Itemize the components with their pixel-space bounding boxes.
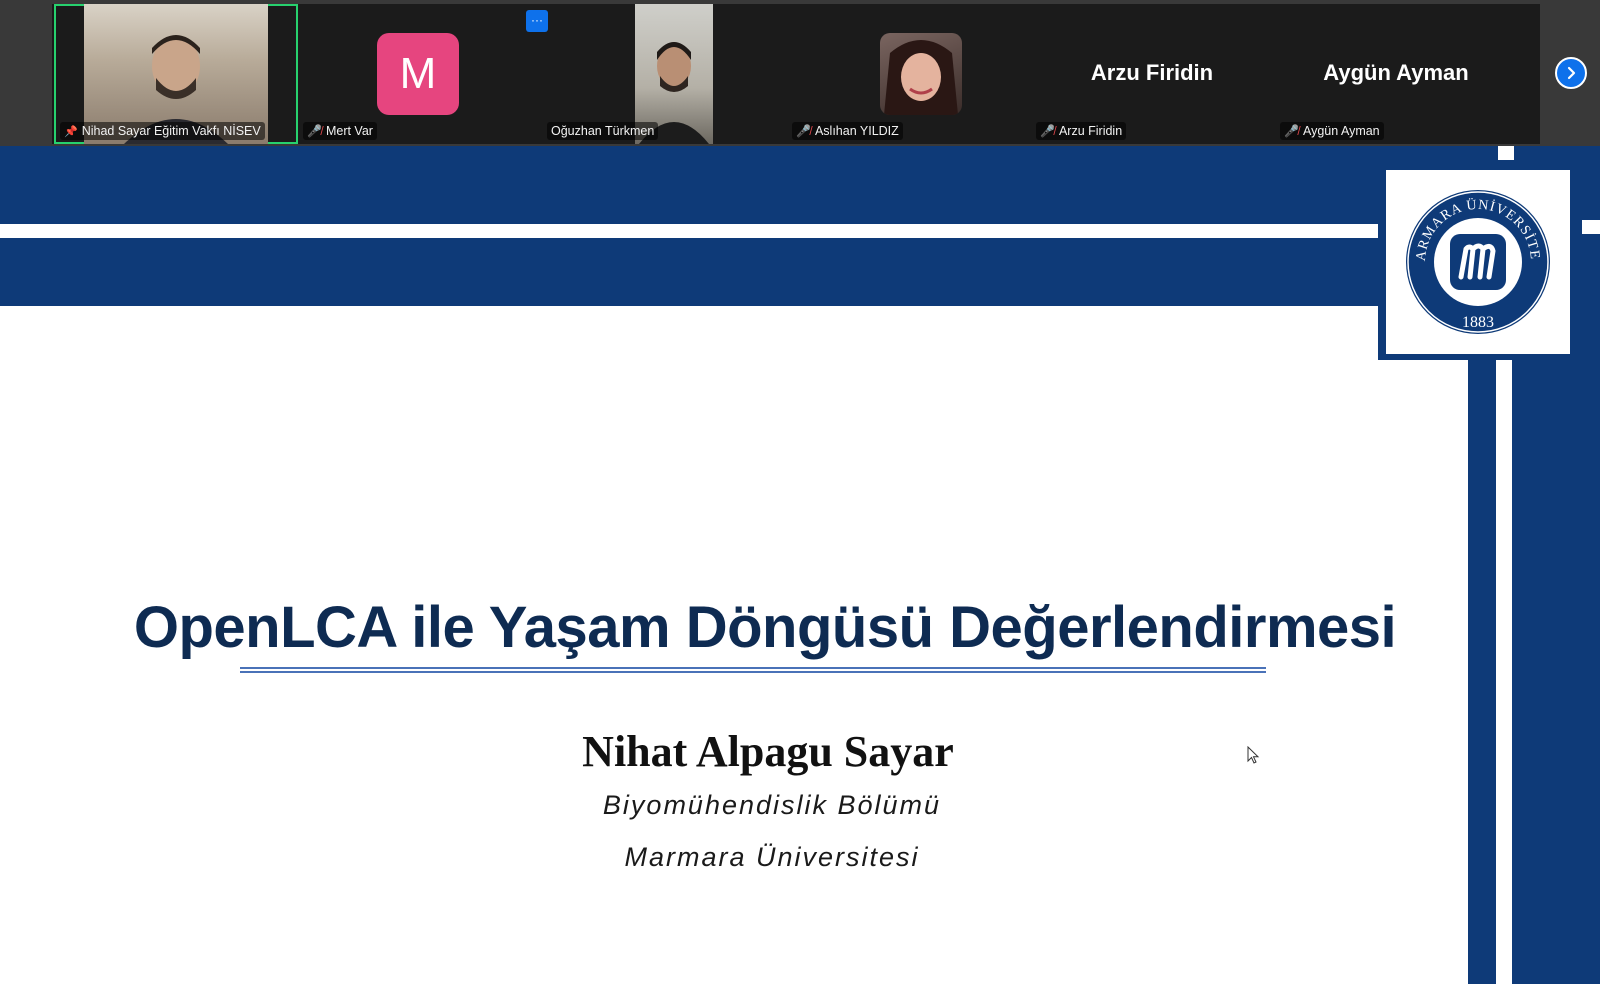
participant-name-tag: 📌 Nihad Sayar Eğitim Vakfı NİSEV: [60, 122, 265, 140]
chevron-right-icon: [1567, 66, 1576, 80]
participant-tile-mert[interactable]: M 🎤̸ Mert Var: [297, 4, 541, 144]
mic-muted-icon: 🎤̸: [1284, 124, 1299, 138]
university-logo: MARMARA ÜNİVERSİTESİ 1883: [1386, 170, 1570, 354]
participant-tile-oguzhan[interactable]: Oğuzhan Türkmen: [541, 4, 785, 144]
mouse-cursor-icon: [1247, 746, 1260, 764]
marmara-seal-icon: MARMARA ÜNİVERSİTESİ 1883: [1403, 187, 1550, 334]
slide-department: Biyomühendislik Bölümü: [602, 790, 942, 820]
participant-name-tag: 🎤̸ Aslıhan YILDIZ: [792, 122, 903, 140]
slide-university: Marmara Üniversitesi: [624, 842, 920, 872]
slide-title: OpenLCA ile Yaşam Döngüsü Değerlendirmes…: [133, 595, 1397, 660]
participant-name: Oğuzhan Türkmen: [551, 124, 655, 138]
next-page-button[interactable]: [1555, 57, 1587, 89]
decor-square: [1498, 146, 1514, 160]
participant-strip: 📌 Nihad Sayar Eğitim Vakfı NİSEV M 🎤̸ Me…: [0, 0, 1600, 146]
participant-name: Arzu Firidin: [1058, 124, 1123, 138]
participant-name-tag: 🎤̸ Arzu Firidin: [1036, 122, 1127, 140]
svg-text:1883: 1883: [1462, 314, 1494, 331]
header-band-bottom: [0, 238, 1380, 306]
participant-tile-aslihan[interactable]: 🎤̸ Aslıhan YILDIZ: [786, 4, 1030, 144]
participant-name: Nihad Sayar Eğitim Vakfı NİSEV: [81, 124, 261, 138]
participant-name: Aygün Ayman: [1302, 124, 1380, 138]
participant-tile-arzu[interactable]: Arzu Firidin 🎤̸ Arzu Firidin: [1030, 4, 1274, 144]
participant-display-name: Arzu Firidin: [1090, 60, 1214, 85]
participant-name-tag: 🎤̸ Aygün Ayman: [1280, 122, 1384, 140]
mic-muted-icon: 🎤̸: [796, 124, 811, 138]
participant-display-name: Aygün Ayman: [1323, 60, 1469, 85]
slide-author: Nihat Alpagu Sayar: [582, 727, 954, 776]
header-band-top: [0, 146, 1380, 224]
participant-name-tag: Oğuzhan Türkmen: [547, 122, 659, 140]
participant-tile-aygun[interactable]: Aygün Ayman 🎤̸ Aygün Ayman: [1274, 4, 1518, 144]
decor-square: [1582, 220, 1600, 234]
shared-slide: MARMARA ÜNİVERSİTESİ 1883 OpenLCA ile Ya…: [0, 146, 1600, 984]
side-bar-right: [1512, 360, 1600, 984]
mic-muted-icon: 🎤̸: [307, 124, 322, 138]
person-photo-icon: [884, 40, 958, 115]
participant-photo: [880, 33, 962, 115]
participant-name: Mert Var: [325, 124, 373, 138]
mic-muted-icon: 🎤̸: [1040, 124, 1055, 138]
side-bar-gap: [1496, 360, 1512, 984]
participant-name: Aslıhan YILDIZ: [814, 124, 899, 138]
pin-icon: 📌: [64, 125, 78, 138]
side-bar-left: [1468, 360, 1496, 984]
avatar: M: [377, 33, 459, 115]
participant-name-tag: 🎤̸ Mert Var: [303, 122, 377, 140]
title-underline: [240, 667, 1266, 669]
participant-tile-nihad[interactable]: 📌 Nihad Sayar Eğitim Vakfı NİSEV: [54, 4, 298, 144]
title-underline: [240, 671, 1266, 673]
